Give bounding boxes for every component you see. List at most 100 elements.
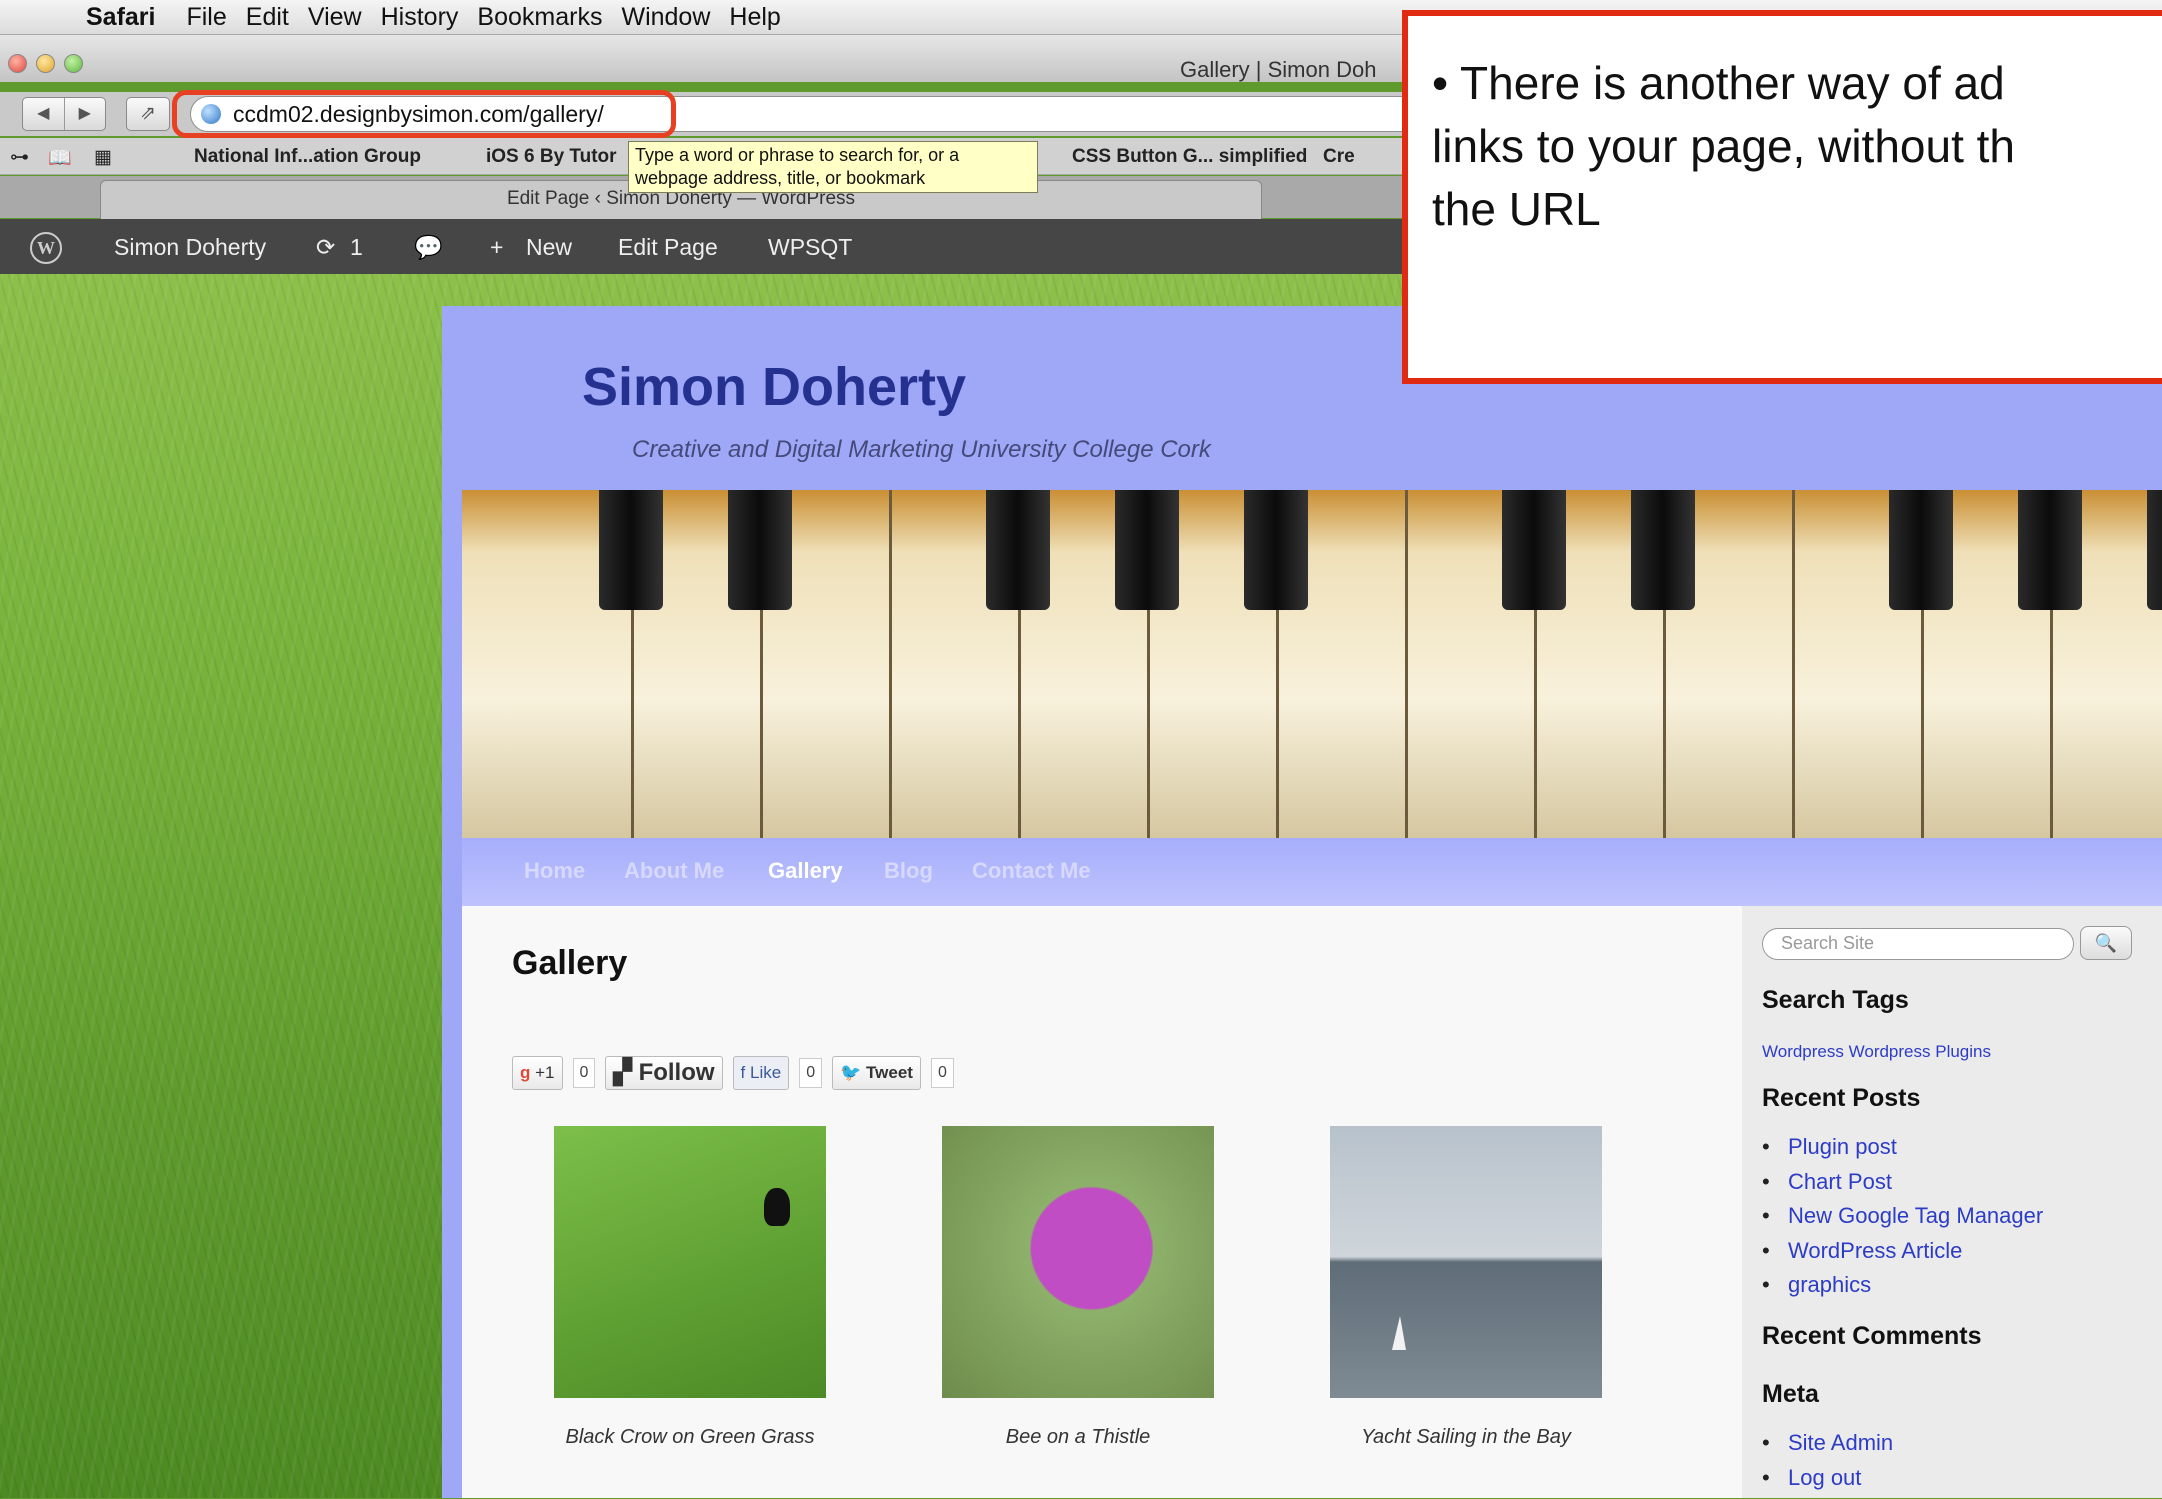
callout-line: links to your page, without th (1432, 115, 2162, 178)
comments-icon[interactable]: 💬 (414, 234, 443, 261)
show-bookmarks-icon[interactable]: 📖 (48, 146, 72, 170)
like-count: 0 (799, 1058, 822, 1088)
meta-link[interactable]: Site Admin (1762, 1430, 1893, 1465)
sail-shape (1392, 1316, 1406, 1350)
black-key (1115, 490, 1179, 610)
bookmark-item[interactable]: CSS Button G... simplified (1072, 146, 1307, 168)
menu-window[interactable]: Window (621, 3, 710, 32)
bookmark-item[interactable]: National Inf...ation Group (194, 146, 421, 168)
search-input[interactable]: Search Site (1762, 928, 2074, 960)
gallery-thumbnail-thistle[interactable] (942, 1126, 1214, 1398)
nav-contact-me[interactable]: Contact Me (972, 858, 1091, 884)
black-key (1889, 490, 1953, 610)
website-container: Simon Doherty Creative and Digital Marke… (442, 306, 2162, 1498)
menu-edit[interactable]: Edit (246, 3, 289, 32)
wp-site-name[interactable]: Simon Doherty (114, 234, 266, 261)
share-icon[interactable]: ⇗ (126, 97, 170, 131)
close-window-button[interactable] (8, 54, 27, 73)
wordpress-logo-icon[interactable]: W (30, 232, 62, 264)
menu-history[interactable]: History (381, 3, 459, 32)
facebook-like-button[interactable]: f Like (733, 1056, 790, 1090)
callout-text: • There is another way of ad links to yo… (1432, 52, 2162, 241)
menu-view[interactable]: View (308, 3, 362, 32)
back-forward-buttons: ◀ ▶ (22, 97, 106, 131)
site-title[interactable]: Simon Doherty (582, 356, 966, 418)
search-placeholder: Search Site (1781, 933, 1874, 954)
gallery-thumbnail-crow[interactable] (554, 1126, 826, 1398)
meta-link[interactable]: Log out (1762, 1465, 1893, 1499)
wp-wpsqt[interactable]: WPSQT (768, 234, 852, 261)
site-nav: Home About Me Gallery Blog Contact Me (462, 838, 2162, 906)
black-key (1502, 490, 1566, 610)
blogger-icon: ▞ (613, 1059, 631, 1086)
sidebar: Search Site 🔍 Search Tags Wordpress Word… (1742, 906, 2162, 1498)
menu-file[interactable]: File (186, 3, 226, 32)
updates-icon[interactable]: ⟳ (316, 234, 335, 261)
top-sites-icon[interactable]: ▦ (94, 146, 112, 169)
black-key (1631, 490, 1695, 610)
white-key-divider (1792, 490, 1795, 838)
twitter-bird-icon: 🐦 (840, 1063, 861, 1082)
url-highlight-annotation (172, 90, 676, 138)
nav-blog[interactable]: Blog (884, 858, 933, 884)
recent-posts-list: Plugin post Chart Post New Google Tag Ma… (1762, 1134, 2043, 1307)
main-content: Gallery g +1 0 ▞ Follow f Like 0 🐦 Tweet… (462, 906, 1742, 1498)
piano-header-image (462, 490, 2162, 838)
black-key (2018, 490, 2082, 610)
bookmark-item[interactable]: Cre (1323, 146, 1355, 168)
white-key-divider (889, 490, 892, 838)
tweet-count: 0 (931, 1058, 954, 1088)
gallery-thumbnail-yacht[interactable] (1330, 1126, 1602, 1398)
black-key (986, 490, 1050, 610)
tweet-button[interactable]: 🐦 Tweet (832, 1056, 921, 1090)
tag-cloud: Wordpress Wordpress Plugins (1762, 1042, 1991, 1062)
minimize-window-button[interactable] (36, 54, 55, 73)
forward-arrow-icon[interactable]: ▶ (65, 98, 106, 130)
black-key (599, 490, 663, 610)
crow-shape (764, 1188, 790, 1226)
recent-post-link[interactable]: Plugin post (1762, 1134, 2043, 1169)
black-key (1244, 490, 1308, 610)
window-controls (8, 54, 83, 73)
wp-new[interactable]: New (526, 234, 572, 261)
search-icon[interactable]: 🔍 (2080, 926, 2132, 960)
recent-post-link[interactable]: New Google Tag Manager (1762, 1203, 2043, 1238)
callout-line: • There is another way of ad (1432, 52, 2162, 115)
menu-bookmarks[interactable]: Bookmarks (477, 3, 602, 32)
white-key-divider (1405, 490, 1408, 838)
tag-link[interactable]: Wordpress Plugins (1849, 1042, 1991, 1061)
updates-count[interactable]: 1 (350, 234, 363, 261)
google-plus-label: +1 (535, 1063, 554, 1082)
address-tooltip: Type a word or phrase to search for, or … (628, 141, 1038, 193)
follow-label: Follow (639, 1059, 715, 1086)
window-title: Gallery | Simon Doh (1180, 57, 1376, 83)
reading-list-icon[interactable]: ⊶ (10, 146, 29, 169)
follow-button[interactable]: ▞ Follow (605, 1056, 722, 1090)
nav-gallery[interactable]: Gallery (768, 858, 843, 884)
black-key (728, 490, 792, 610)
site-tagline: Creative and Digital Marketing Universit… (632, 436, 1211, 464)
recent-post-link[interactable]: graphics (1762, 1272, 2043, 1307)
bookmark-item[interactable]: iOS 6 By Tutor (486, 146, 617, 168)
back-arrow-icon[interactable]: ◀ (23, 98, 65, 130)
google-plus-count: 0 (573, 1058, 596, 1088)
recent-posts-heading: Recent Posts (1762, 1084, 1920, 1113)
google-plus-button[interactable]: g +1 (512, 1056, 563, 1090)
nav-about-me[interactable]: About Me (624, 858, 724, 884)
tweet-label: Tweet (866, 1063, 913, 1082)
annotation-callout: • There is another way of ad links to yo… (1402, 10, 2162, 384)
wp-edit-page[interactable]: Edit Page (618, 234, 718, 261)
zoom-window-button[interactable] (64, 54, 83, 73)
gallery-caption: Bee on a Thistle (908, 1426, 1248, 1449)
tag-link[interactable]: Wordpress (1762, 1042, 1844, 1061)
nav-home[interactable]: Home (524, 858, 585, 884)
new-plus-icon[interactable]: + (490, 234, 503, 261)
meta-list: Site Admin Log out (1762, 1430, 1893, 1499)
recent-post-link[interactable]: WordPress Article (1762, 1238, 2043, 1273)
menu-help[interactable]: Help (729, 3, 780, 32)
google-plus-icon: g (520, 1063, 530, 1082)
menu-app-name[interactable]: Safari (86, 3, 155, 32)
page-title: Gallery (512, 944, 627, 983)
search-tags-heading: Search Tags (1762, 986, 1909, 1015)
recent-post-link[interactable]: Chart Post (1762, 1169, 2043, 1204)
